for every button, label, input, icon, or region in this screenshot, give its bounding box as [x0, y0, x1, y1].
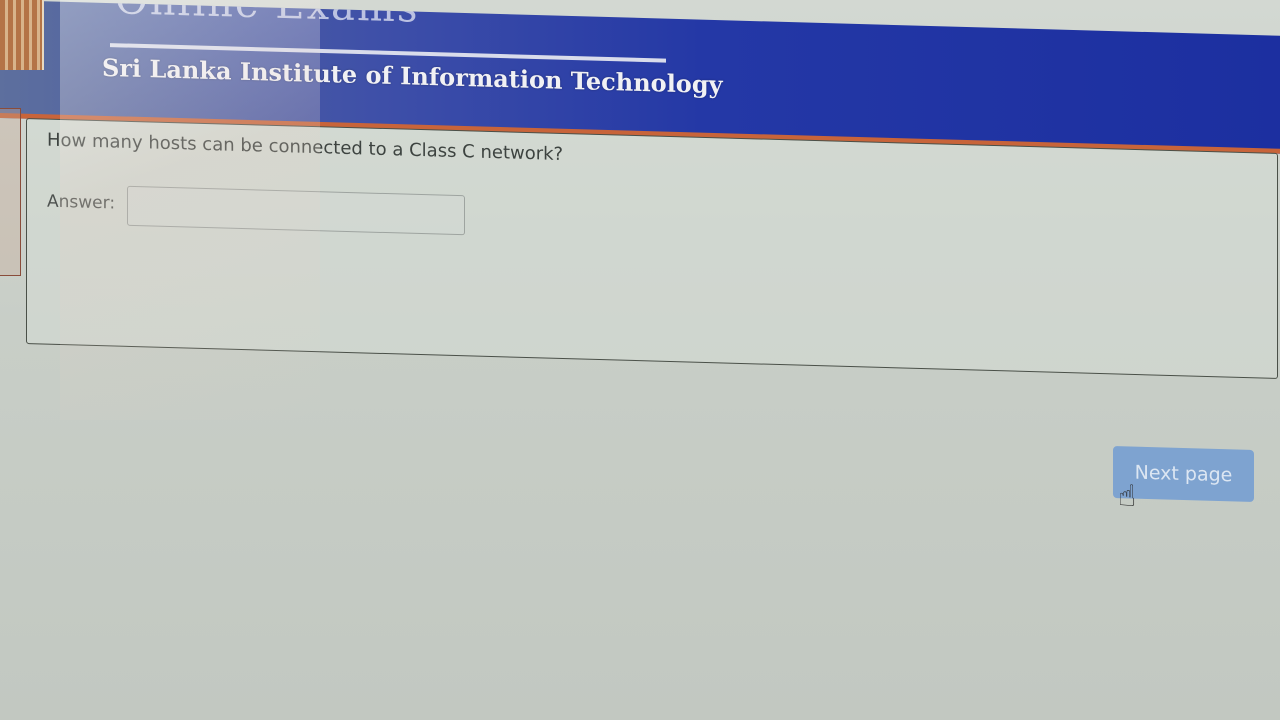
question-text: How many hosts can be connected to a Cla… — [47, 129, 564, 166]
hand-pointer-icon: ☝ — [1118, 479, 1137, 514]
side-panel-edge — [0, 108, 21, 276]
answer-input[interactable] — [127, 185, 465, 236]
answer-label: Answer: — [47, 191, 116, 214]
exam-page: Online Exams Sri Lanka Institute of Info… — [0, 0, 1280, 720]
banner-title: Online Exams — [115, 0, 420, 32]
institute-logo — [0, 0, 44, 70]
question-panel: How many hosts can be connected to a Cla… — [26, 118, 1278, 379]
